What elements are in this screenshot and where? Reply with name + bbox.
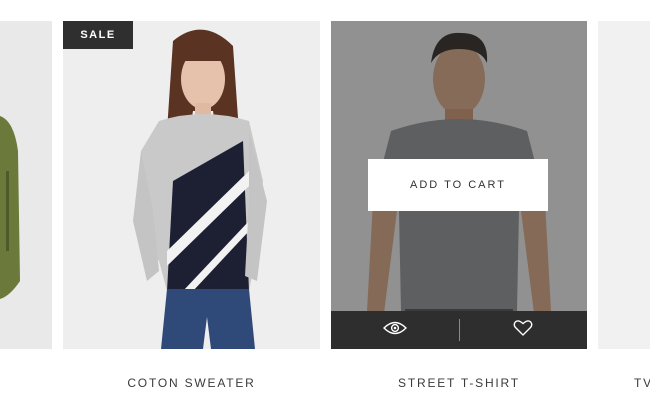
product-action-bar — [331, 311, 587, 349]
product-card-partial-left[interactable] — [0, 21, 52, 349]
product-title[interactable]: STREET T-SHIRT — [331, 376, 587, 390]
product-title[interactable]: TV — [634, 376, 650, 390]
product-card-street-tshirt[interactable]: ADD TO CART — [331, 21, 587, 349]
product-title[interactable]: COTON SWEATER — [63, 376, 320, 390]
eye-icon — [382, 321, 407, 340]
product-card-coton-sweater[interactable]: SALE — [63, 21, 320, 349]
heart-icon — [513, 319, 533, 342]
add-to-cart-button[interactable]: ADD TO CART — [368, 159, 548, 211]
wishlist-button[interactable] — [460, 311, 588, 349]
sale-badge: SALE — [63, 21, 133, 49]
quick-view-button[interactable] — [331, 311, 459, 349]
product-image[interactable] — [598, 21, 650, 349]
product-image[interactable] — [0, 21, 52, 349]
product-image[interactable] — [63, 21, 320, 349]
product-card-partial-right[interactable] — [598, 21, 650, 349]
